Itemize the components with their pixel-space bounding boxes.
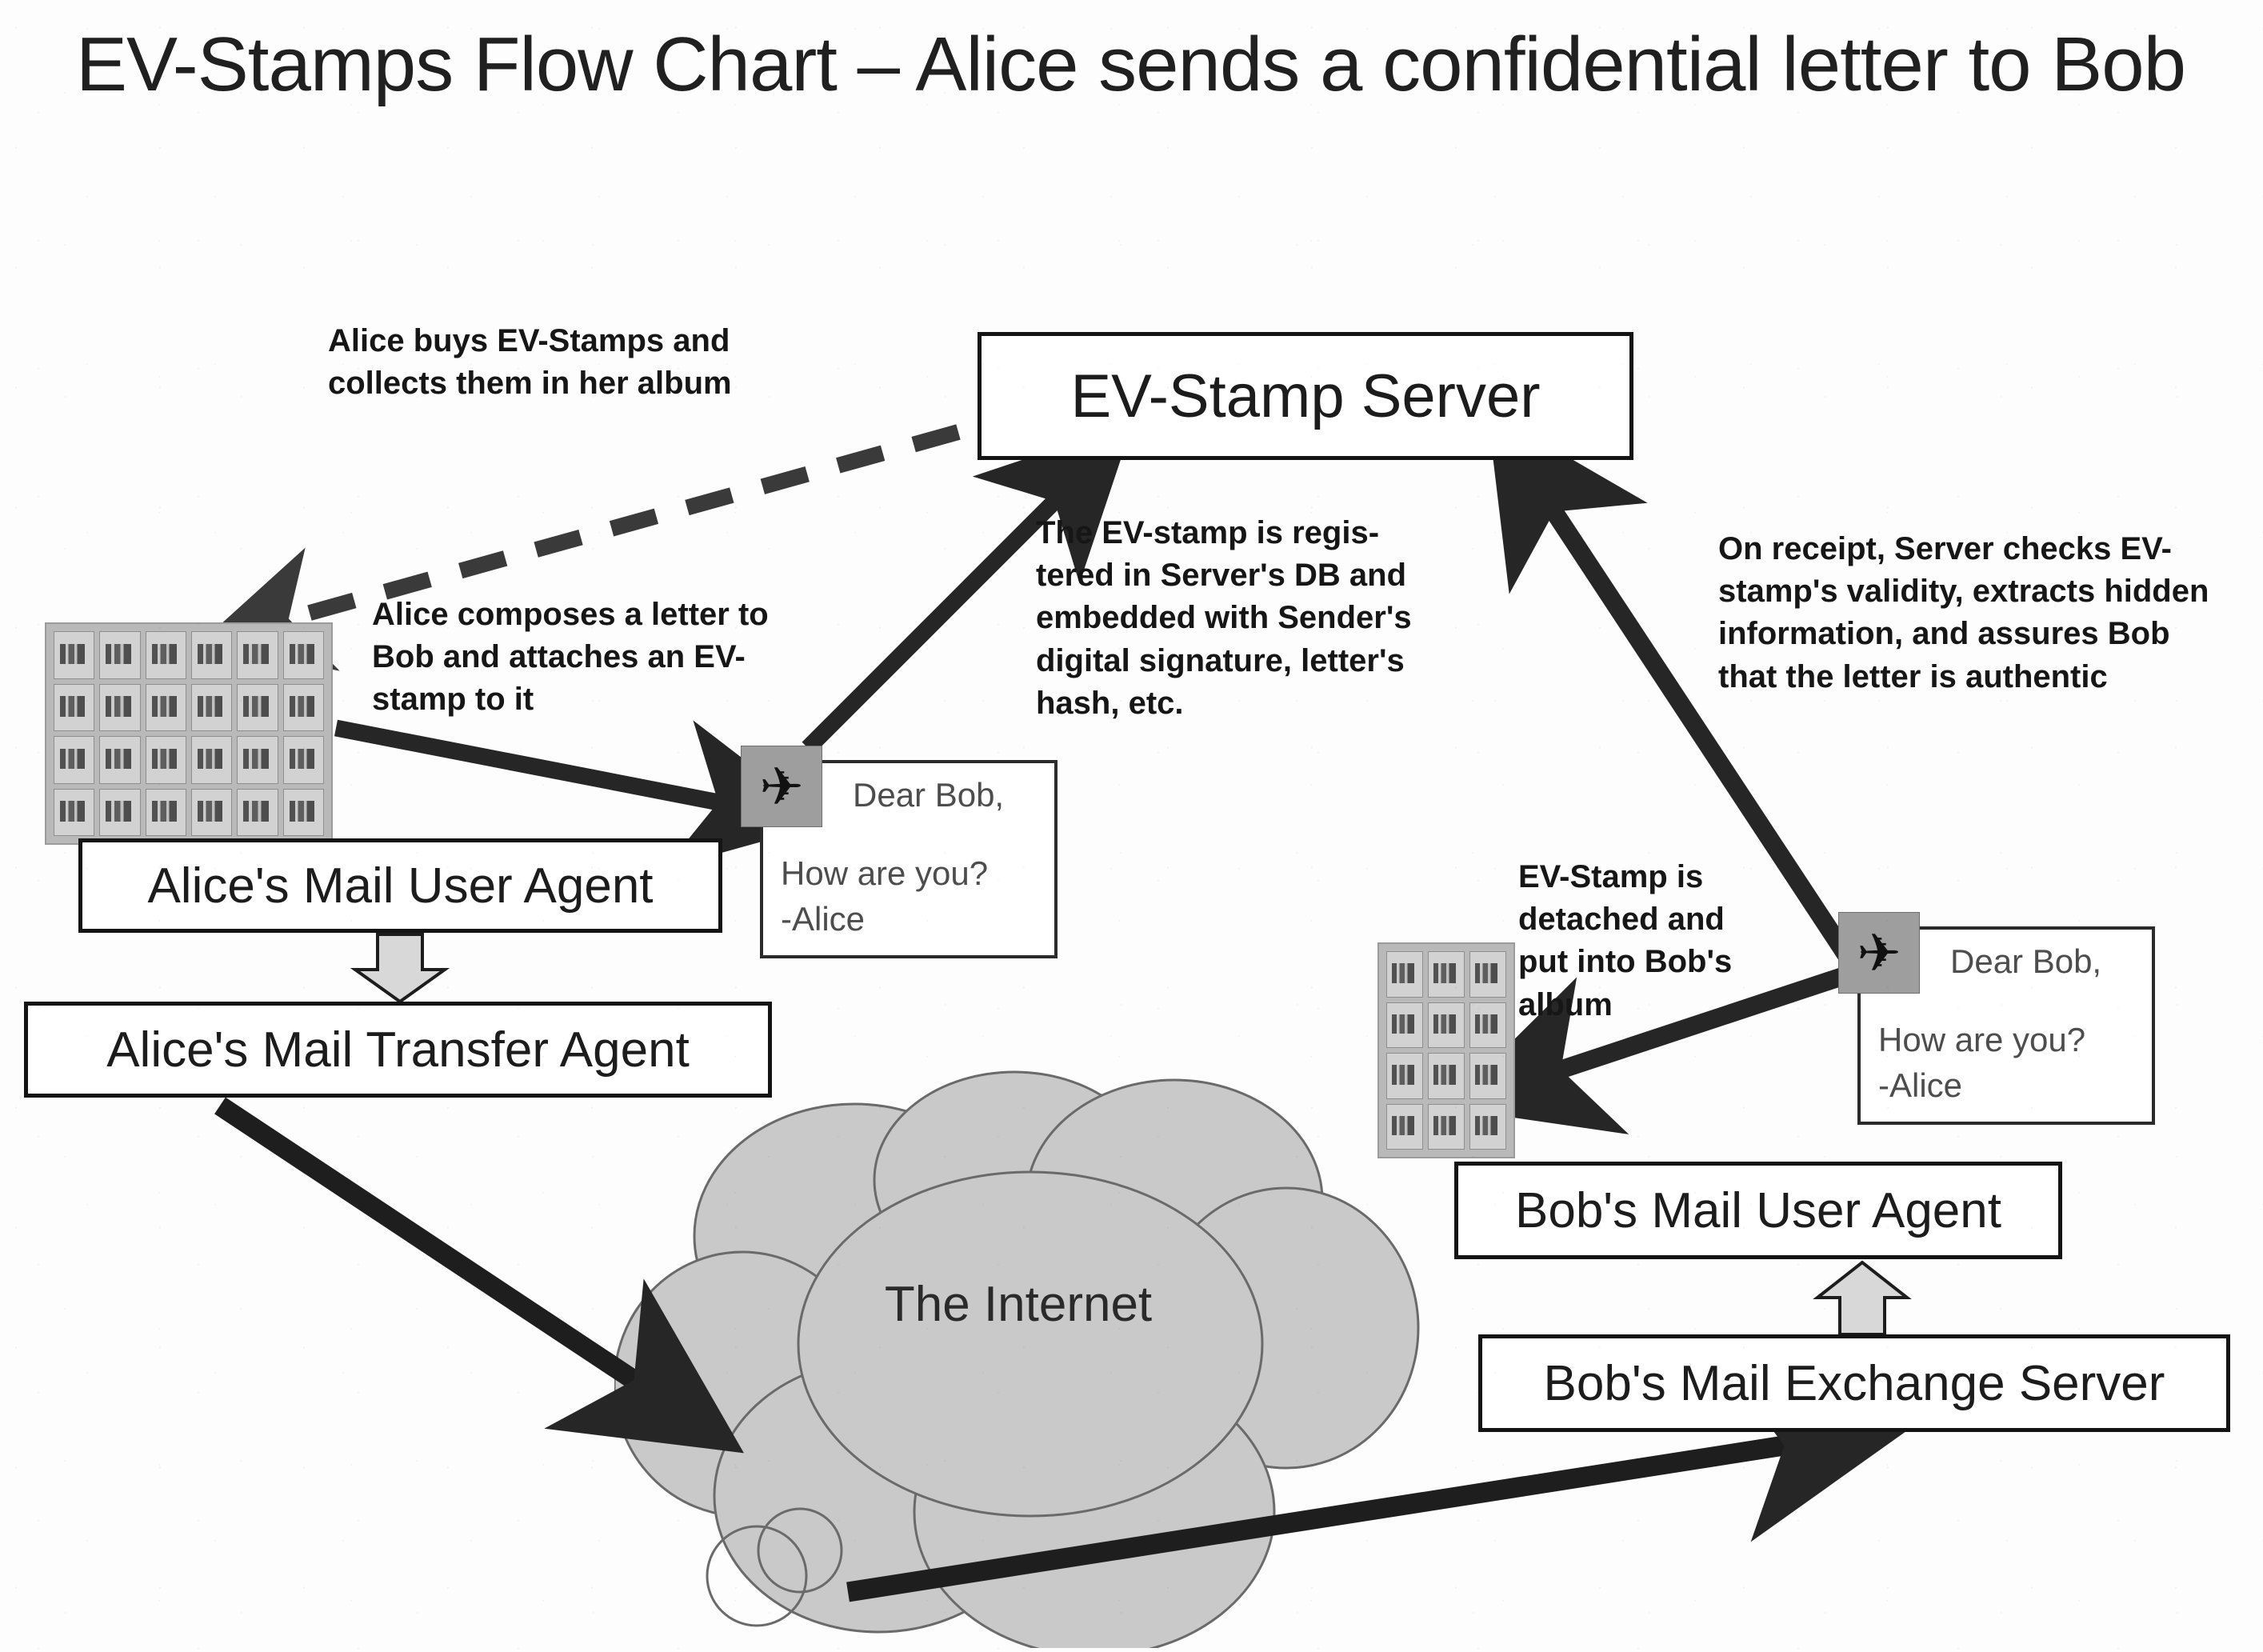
letter-greeting: Dear Bob, [1950,942,2102,980]
stamp-thumb [54,631,95,679]
stamp-thumb [1428,951,1465,998]
stamp-thumb [1469,1053,1506,1099]
stamp-thumb [99,788,141,836]
stamp-thumb [1469,951,1506,998]
stamp-thumb [99,736,141,784]
stamp-thumb [1386,1002,1423,1048]
alice-stamp-album[interactable] [45,622,333,845]
stamp-thumb [145,631,186,679]
letter-body: How are you? -Alice [1878,1021,2086,1104]
stamp-thumb [282,631,324,679]
airplane-stamp-icon: ✈ [741,746,822,827]
alice-mua-label: Alice's Mail User Agent [147,858,654,914]
page-title: EV-Stamps Flow Chart – Alice sends a con… [76,22,2186,107]
alice-letter-card[interactable]: ✈ Dear Bob, How are you? -Alice [741,746,1058,958]
stamp-thumb [237,631,278,679]
stamp-thumb [1428,1103,1465,1150]
airplane-stamp-icon: ✈ [1838,912,1920,994]
stamp-thumb [237,736,278,784]
stamp-thumb [1428,1002,1465,1048]
stamp-thumb [282,736,324,784]
bob-mail-exchange-server-box[interactable]: Bob's Mail Exchange Server [1478,1334,2230,1432]
stamp-thumb [237,683,278,731]
stamp-thumb [1428,1053,1465,1099]
stamp-thumb [99,683,141,731]
bob-mail-user-agent-box[interactable]: Bob's Mail User Agent [1454,1162,2062,1259]
stamp-thumb [237,788,278,836]
cloud-shape [613,1070,1420,1652]
bob-mxs-label: Bob's Mail Exchange Server [1543,1355,2165,1411]
letter-greeting: Dear Bob, [853,776,1005,814]
bob-stamp-album[interactable] [1377,942,1515,1158]
alice-mta-label: Alice's Mail Transfer Agent [106,1022,690,1078]
arrow-compose-letter [334,719,827,869]
stamp-thumb [1386,1053,1423,1099]
bob-mua-label: Bob's Mail User Agent [1514,1182,2001,1238]
internet-cloud: The Internet [613,1064,1422,1652]
stamp-thumb [145,736,186,784]
letter-body: How are you? -Alice [781,854,989,938]
stamp-thumb [282,788,324,836]
stamp-thumb [190,736,233,784]
block-arrow-alice-mua-to-mta [350,933,450,1004]
stamp-thumb [1386,951,1423,998]
stamp-thumb [1386,1103,1423,1150]
stamp-thumb [145,788,186,836]
bob-letter-card[interactable]: ✈ Dear Bob, How are you? -Alice [1838,912,2155,1125]
block-arrow-bob-mxs-to-mua [1813,1260,1912,1336]
stamp-thumb [190,631,233,679]
stamp-thumb [54,736,95,784]
ev-stamp-server-label: EV-Stamp Server [1070,362,1541,430]
internet-label: The Internet [884,1277,1153,1332]
stamp-thumb [282,683,324,731]
stamp-thumb [1469,1103,1506,1150]
note-server-verifies: On receipt, Server checks EV-stamp's val… [1718,531,2209,694]
note-buy-stamps: Alice buys EV-Stamps and collects them i… [328,323,732,402]
flowchart-canvas: EV-Stamps Flow Chart – Alice sends a con… [0,0,2263,1652]
arrow-mta-to-internet [214,1097,745,1454]
note-register-stamp: The EV-stamp is regis- tered in Server's… [1036,515,1412,721]
stamp-thumb [99,631,141,679]
note-compose-letter: Alice composes a letter to Bob and attac… [372,597,769,718]
stamp-thumb [145,683,186,731]
note-detach-stamp: EV-Stamp is detached and put into Bob's … [1518,859,1733,1022]
ev-stamp-server-box[interactable]: EV-Stamp Server [978,332,1633,460]
stamp-thumb [190,683,233,731]
stamp-thumb [54,788,95,836]
stamp-thumb [1469,1002,1506,1048]
alice-mail-user-agent-box[interactable]: Alice's Mail User Agent [78,838,722,933]
alice-mail-transfer-agent-box[interactable]: Alice's Mail Transfer Agent [24,1002,772,1098]
stamp-thumb [54,683,95,731]
stamp-thumb [190,788,233,836]
